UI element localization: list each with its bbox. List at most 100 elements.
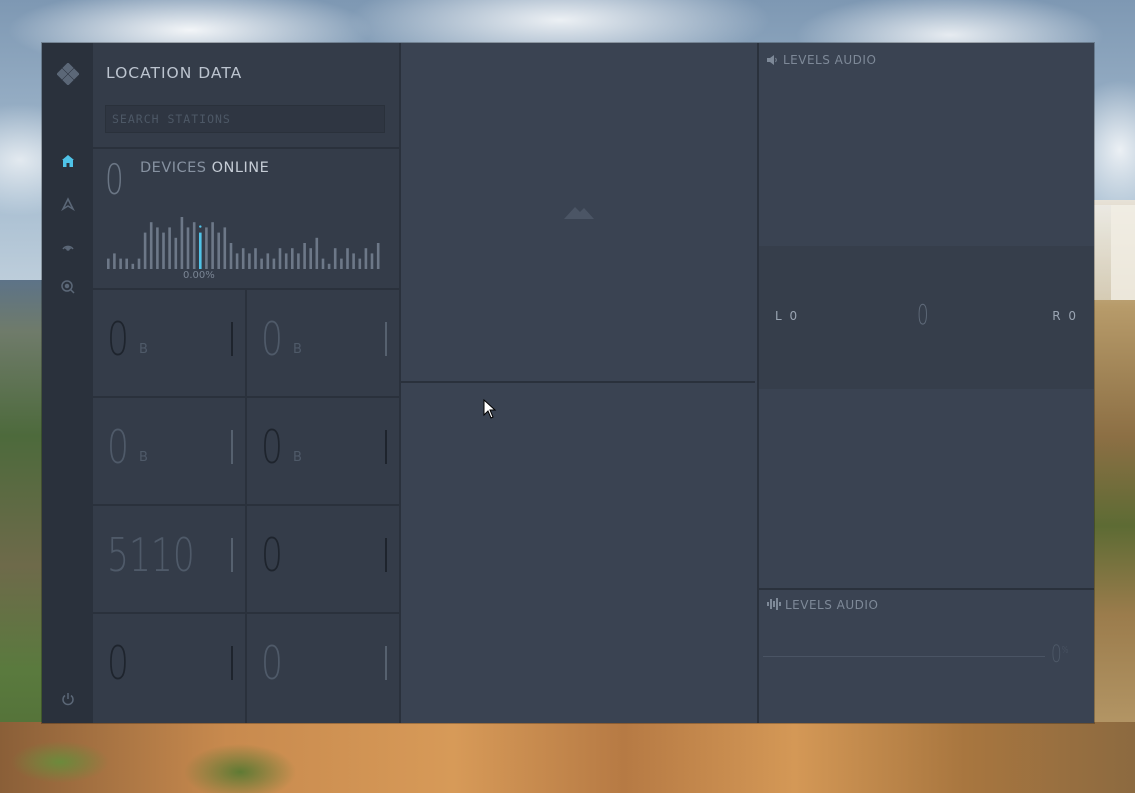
stat-bar	[385, 646, 387, 680]
search-input[interactable]	[105, 105, 385, 133]
rocks	[0, 722, 1135, 793]
stat-bar	[231, 322, 233, 356]
stat-value: 0	[107, 636, 129, 690]
stat-tile: 0	[247, 614, 401, 723]
activity-bar	[370, 253, 374, 269]
stat-bar	[385, 430, 387, 464]
devices-percent: 0.00%	[183, 270, 215, 281]
activity-bar	[327, 263, 331, 269]
search-location-icon[interactable]	[42, 279, 93, 299]
activity-bar	[131, 263, 135, 269]
app-window: LOCATION DATA 0 DEVICES ONLINE 0.00% 0 B…	[42, 43, 1094, 723]
activity-bar	[199, 232, 202, 269]
stat-unit: B	[139, 342, 148, 357]
stat-tile: 5110	[93, 506, 247, 614]
activity-bar	[192, 222, 196, 269]
activity-bar	[358, 258, 362, 269]
activity-bar	[149, 222, 153, 269]
stat-value: 0	[261, 528, 283, 582]
activity-bar	[248, 253, 251, 269]
activity-bar	[315, 237, 319, 269]
stat-tile: 0 B	[93, 398, 247, 506]
activity-bar	[291, 248, 294, 269]
activity-bar	[346, 248, 349, 269]
sidebar	[42, 43, 93, 723]
stat-value: 0	[107, 312, 129, 366]
left-panel: LOCATION DATA 0 DEVICES ONLINE 0.00% 0 B…	[93, 43, 401, 723]
activity-bar	[186, 227, 190, 269]
waveform-icon	[767, 598, 781, 613]
audio-levels-header: LEVELS AUDIO	[767, 53, 876, 68]
stat-value: 0	[261, 636, 283, 690]
activity-bar	[211, 222, 214, 269]
activity-bar	[297, 253, 300, 269]
audio-level-value: 0	[917, 298, 929, 331]
mountain-icon	[564, 203, 594, 223]
map-panel[interactable]	[401, 43, 755, 383]
activity-bar	[168, 227, 171, 269]
activity-bar	[113, 253, 116, 269]
stat-unit: B	[139, 450, 148, 465]
stat-bar	[385, 538, 387, 572]
stat-bar	[231, 538, 233, 572]
activity-bar	[340, 258, 343, 269]
activity-bar	[162, 232, 165, 269]
stat-tile: 0 B	[247, 398, 401, 506]
audio-meter: L 0 0 R 0	[759, 246, 1094, 389]
activity-bar	[125, 258, 128, 269]
content-panel[interactable]	[401, 383, 755, 723]
activity-bar	[205, 227, 208, 269]
stat-bar	[385, 322, 387, 356]
activity-bar	[364, 248, 368, 269]
activity-bar	[260, 258, 263, 269]
activity-bar	[303, 243, 306, 269]
audio-levels-header: LEVELS AUDIO	[767, 598, 878, 613]
stat-tile: 0 B	[247, 290, 401, 398]
activity-bar	[266, 253, 270, 269]
activity-bar	[137, 258, 141, 269]
audio-levels-card: LEVELS AUDIO 0%	[759, 588, 1094, 725]
broadcast-icon[interactable]	[42, 237, 93, 256]
activity-bar	[217, 232, 220, 269]
stat-bar	[231, 646, 233, 680]
stat-value: 0	[261, 312, 283, 366]
level-line	[763, 656, 1045, 657]
activity-bar	[143, 232, 147, 269]
houses	[1093, 205, 1135, 300]
activity-bar	[229, 243, 233, 269]
activity-bar	[119, 258, 122, 269]
activity-chart	[107, 217, 380, 269]
activity-bar	[309, 248, 312, 269]
page-title: LOCATION DATA	[106, 64, 243, 82]
mouse-cursor-icon	[483, 398, 497, 423]
panel-header: LOCATION DATA	[93, 43, 399, 149]
stat-unit: B	[293, 342, 302, 357]
speaker-icon	[767, 54, 779, 68]
stat-value: 0	[261, 420, 283, 474]
activity-bar	[156, 227, 159, 269]
power-icon[interactable]	[42, 691, 93, 710]
stat-value: 0	[107, 420, 129, 474]
location-pin-icon[interactable]	[42, 196, 93, 215]
audio-percent: 0%	[1051, 640, 1069, 668]
stat-bar	[231, 430, 233, 464]
app-logo-icon	[42, 63, 93, 89]
right-channel-label: R 0	[1052, 309, 1078, 323]
stat-unit: B	[293, 450, 302, 465]
activity-bar	[107, 258, 110, 269]
stat-tile: 0	[93, 614, 247, 723]
hills	[0, 280, 45, 793]
right-panel: LEVELS AUDIO L 0 0 R 0 LEVELS AUDIO 0%	[759, 43, 1094, 723]
stat-tile: 0	[247, 506, 401, 614]
activity-bar	[241, 248, 245, 269]
devices-online-card: 0 DEVICES ONLINE 0.00%	[93, 149, 399, 290]
activity-bar	[352, 253, 355, 269]
home-icon[interactable]	[42, 153, 93, 172]
activity-bar	[278, 248, 282, 269]
activity-bar	[235, 253, 239, 269]
stat-tile: 0 B	[93, 290, 247, 398]
activity-bar	[321, 258, 325, 269]
activity-bar	[272, 258, 276, 269]
activity-marker	[199, 225, 202, 228]
activity-bar	[223, 227, 227, 269]
